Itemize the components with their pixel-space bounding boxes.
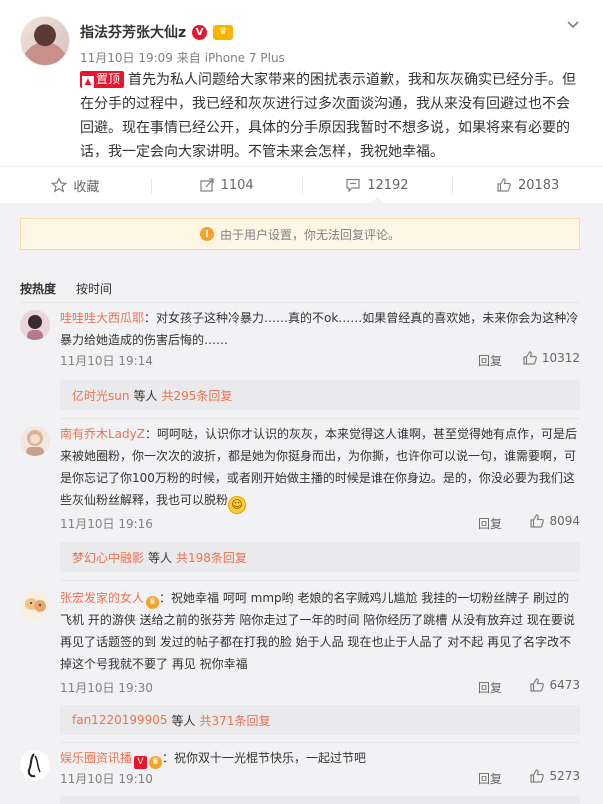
comment-like-button[interactable]: 8094 xyxy=(529,513,580,529)
comment-time: 11月10日 19:10 xyxy=(60,772,153,786)
post-body: 首先为私人问题给大家带来的困扰表示道歉，我和灰灰确实已经分手。但在分手的过程中，… xyxy=(80,72,577,160)
divider xyxy=(60,742,580,743)
comment-like-count: 8094 xyxy=(549,514,580,528)
thumbs-up-icon xyxy=(530,514,545,528)
comment-time: 11月10日 19:30 xyxy=(60,681,153,695)
pin-tag: ▲ 置顶 xyxy=(80,71,125,88)
notice-text: 由于用户设置，你无法回复评论。 xyxy=(219,227,400,242)
divider xyxy=(20,302,580,303)
comment-footer: 11月10日 19:14 回复 10312 xyxy=(60,350,580,370)
comment-footer: 11月10日 19:16 回复 8094 xyxy=(60,513,580,533)
fan-badge-icon: ♛ xyxy=(146,595,160,609)
warning-icon: ! xyxy=(199,227,214,241)
comment-button[interactable]: 12192 xyxy=(301,167,453,204)
weibo-post: 指法芬芳张大仙z V ♛ 11月10日 19:09 来自 iPhone 7 Pl… xyxy=(0,0,603,166)
sort-tabs: 按热度 按时间 xyxy=(20,280,112,297)
thumbs-up-icon xyxy=(530,678,545,692)
favorite-button[interactable]: 收藏 xyxy=(0,167,151,203)
comment-footer: 11月10日 19:30 回复 6473 xyxy=(60,677,580,697)
commenter-name[interactable]: 哇哇哇大西瓜耶 xyxy=(60,311,144,325)
comment-like-count: 5273 xyxy=(549,769,580,783)
commenter-avatar[interactable] xyxy=(20,750,50,780)
comment-like-button[interactable]: 6473 xyxy=(529,677,580,693)
post-text: ▲ 置顶 首先为私人问题给大家带来的困扰表示道歉，我和灰灰确实已经分手。但在分手的过… xyxy=(80,68,580,164)
sub-reply-mid: 等人 xyxy=(133,388,158,403)
pin-label: 置顶 xyxy=(96,72,121,86)
author-avatar[interactable] xyxy=(20,16,70,66)
commenter-name[interactable]: 娱乐圈资讯播 xyxy=(60,751,132,765)
comment-text: 娱乐圈资讯播 V ♛ ：祝你双十一光棍节快乐，一起过节吧 xyxy=(60,747,580,769)
comment-like-count: 6473 xyxy=(549,678,580,692)
thumbs-up-icon xyxy=(530,769,545,783)
smirk-emoji-icon: ☺ xyxy=(228,496,247,514)
thumbs-up-icon xyxy=(497,178,511,192)
post-header: 指法芬芳张大仙z V ♛ xyxy=(80,22,234,42)
like-count: 20183 xyxy=(517,177,560,193)
sub-reply-user[interactable]: 亿时光sun xyxy=(72,387,129,404)
reply-button[interactable]: 回复 xyxy=(478,352,502,369)
comment-content: ：祝你双十一光棍节快乐，一起过节吧 xyxy=(162,751,367,765)
vip-icon: ♛ xyxy=(213,24,234,40)
comment-like-button[interactable]: 10312 xyxy=(522,350,580,366)
sub-replies[interactable]: 亿时光sun 等人 共295条回复 xyxy=(60,380,580,410)
comment-like-button[interactable]: 5273 xyxy=(529,768,580,784)
comment-count: 12192 xyxy=(367,177,409,193)
action-bar: 收藏 1104 12192 20183 xyxy=(0,166,603,204)
commenter-name[interactable]: 张宏发家的女人 xyxy=(60,591,144,605)
tab-sort-hot[interactable]: 按热度 xyxy=(20,280,56,297)
commenter-avatar[interactable] xyxy=(20,590,50,620)
sub-replies-strip xyxy=(60,796,580,804)
sub-reply-mid: 等人 xyxy=(171,713,196,728)
divider xyxy=(60,580,580,581)
like-button[interactable]: 20183 xyxy=(452,167,603,203)
repost-button[interactable]: 1104 xyxy=(150,167,302,203)
verified-v-icon: V xyxy=(134,755,148,769)
sub-reply-more[interactable]: 共198条回复 xyxy=(176,549,247,566)
sub-reply-more[interactable]: 共295条回复 xyxy=(161,387,232,404)
comment-time: 11月10日 19:14 xyxy=(60,354,153,368)
repost-count: 1104 xyxy=(220,177,254,193)
verified-v-icon: V xyxy=(192,24,208,40)
repost-icon xyxy=(199,178,214,192)
commenter-avatar[interactable] xyxy=(20,310,50,340)
post-device: iPhone 7 Plus xyxy=(204,51,285,65)
comment-text: 南有乔木LadyZ：呵呵哒，认识你才认识的灰灰，本来觉得这人谁啊，甚至觉得她有点… xyxy=(60,423,580,514)
reply-button[interactable]: 回复 xyxy=(478,679,502,696)
sub-reply-mid: 等人 xyxy=(148,550,173,565)
comment-footer: 11月10日 19:10 回复 5273 xyxy=(60,768,580,788)
comments-section: ! 由于用户设置，你无法回复评论。 按热度 按时间 哇哇哇大西瓜耶：对女孩子这种… xyxy=(0,204,603,804)
comment-text: 哇哇哇大西瓜耶：对女孩子这种冷暴力……真的不ok……如果曾经真的喜欢她，未来你会… xyxy=(60,307,580,351)
author-name[interactable]: 指法芬芳张大仙z xyxy=(80,22,186,42)
sub-replies[interactable]: 梦幻心中融影 等人 共198条回复 xyxy=(60,542,580,572)
sub-reply-user[interactable]: fan1220199905 xyxy=(72,713,168,727)
comment-time: 11月10日 19:16 xyxy=(60,517,153,531)
pin-icon: ▲ xyxy=(82,76,94,88)
thumbs-up-icon xyxy=(523,351,537,365)
tab-sort-time[interactable]: 按时间 xyxy=(76,280,112,297)
sub-reply-user[interactable]: 梦幻心中融影 xyxy=(72,549,144,566)
star-icon xyxy=(51,177,68,193)
comment-icon xyxy=(346,178,360,193)
sub-reply-more[interactable]: 共371条回复 xyxy=(200,712,271,729)
reply-button[interactable]: 回复 xyxy=(478,770,502,787)
vip-icon: ♛ xyxy=(149,755,163,769)
favorite-label: 收藏 xyxy=(73,179,100,195)
comment-like-count: 10312 xyxy=(541,351,580,365)
divider xyxy=(60,418,580,419)
reply-disabled-notice: ! 由于用户设置，你无法回复评论。 xyxy=(20,218,580,250)
post-time[interactable]: 11月10日 19:09 xyxy=(80,51,173,65)
commenter-name[interactable]: 南有乔木LadyZ xyxy=(60,427,145,441)
chevron-down-icon[interactable] xyxy=(565,16,581,32)
commenter-avatar[interactable] xyxy=(20,426,50,456)
post-from-label: 来自 xyxy=(176,51,201,65)
comment-text: 张宏发家的女人 ♛ ：祝她幸福 呵呵 mmp哟 老娘的名字贼鸡儿尴尬 我挂的一切粉丝… xyxy=(60,587,580,675)
reply-button[interactable]: 回复 xyxy=(478,515,502,532)
post-meta: 11月10日 19:09 来自 iPhone 7 Plus xyxy=(80,49,285,66)
sub-replies[interactable]: fan1220199905 等人 共371条回复 xyxy=(60,705,580,735)
